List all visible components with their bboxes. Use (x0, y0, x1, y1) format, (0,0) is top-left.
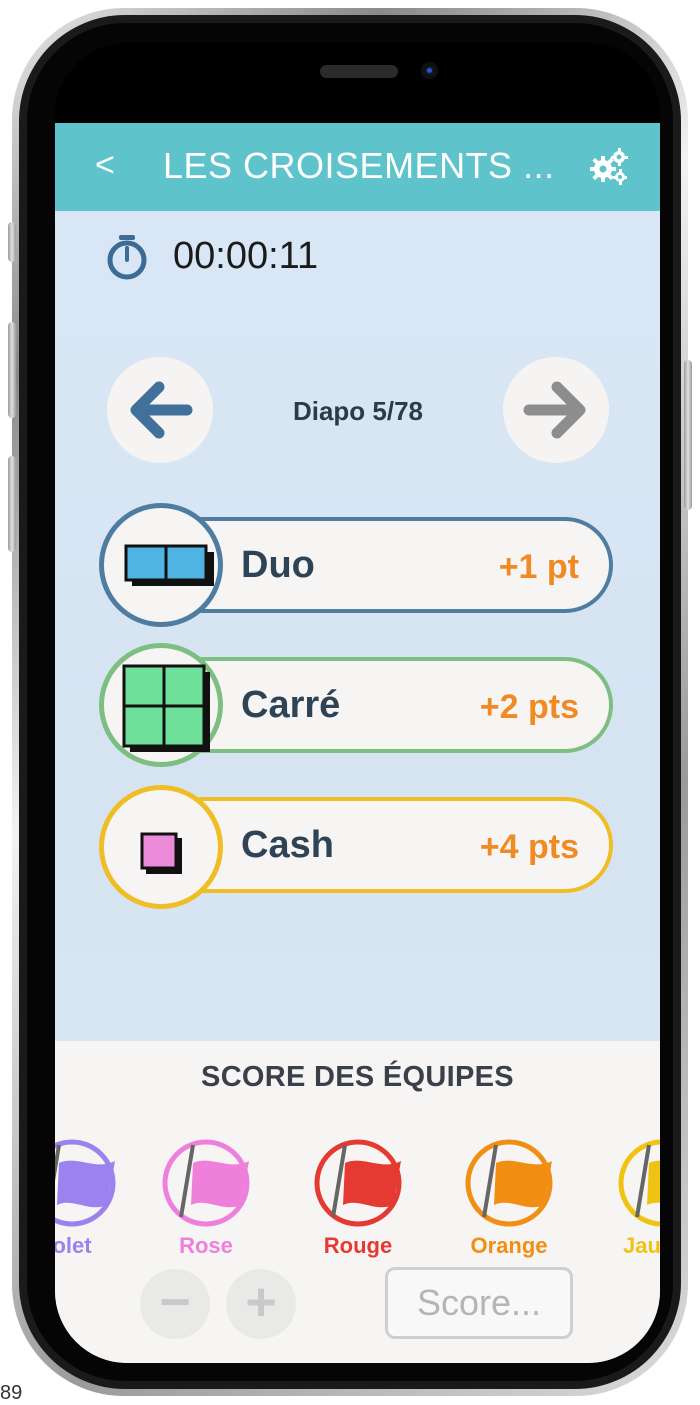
answer-points: +2 pts (479, 688, 579, 726)
slide-counter: Diapo 5/78 (292, 396, 424, 426)
team-score-title: SCORE DES ÉQUIPES (201, 1061, 514, 1093)
app-view: < LES CROISEMENTS ... 00:00:11 Diapo 5/7… (55, 123, 660, 1363)
front-camera (421, 62, 438, 79)
team-name: Rouge (323, 1233, 393, 1258)
cash-icon (99, 785, 223, 909)
volume-down-button (8, 456, 16, 552)
duo-icon (99, 503, 223, 627)
flag-icon (465, 1139, 553, 1227)
team-name: Jau (623, 1233, 660, 1258)
team-name: Rose (179, 1233, 233, 1258)
team-violet[interactable]: olet (55, 1131, 137, 1261)
flag-icon (162, 1139, 250, 1227)
gears-icon[interactable] (589, 147, 629, 187)
team-rouge[interactable]: Rouge (293, 1131, 423, 1261)
answer-name: Duo (241, 544, 315, 586)
team-jaune[interactable]: Jau (597, 1131, 660, 1261)
answer-points: +4 pts (479, 828, 579, 866)
team-name: Orange (470, 1233, 548, 1258)
stopwatch-icon (105, 233, 149, 281)
volume-up-button (8, 322, 16, 418)
team-score-panel: SCORE DES ÉQUIPES olet Rose Rouge Orange… (55, 1041, 660, 1363)
increment-score-button[interactable]: + (226, 1269, 296, 1339)
score-input[interactable] (385, 1267, 573, 1339)
back-button[interactable]: < (95, 143, 125, 187)
timer-value: 00:00:11 (173, 235, 319, 277)
previous-slide-button[interactable] (107, 357, 213, 463)
flag-icon (618, 1139, 660, 1227)
team-orange[interactable]: Orange (444, 1131, 574, 1261)
page-number: 89 (0, 1382, 23, 1404)
flag-icon (55, 1139, 116, 1227)
header-bar: < LES CROISEMENTS ... (55, 123, 660, 211)
answer-cash-button[interactable]: Cash +4 pts (155, 797, 613, 893)
page-title: LES CROISEMENTS ... (163, 145, 555, 186)
arrow-left-icon (130, 381, 193, 439)
answer-name: Cash (241, 824, 334, 866)
decrement-score-button[interactable]: − (140, 1269, 210, 1339)
speaker-grille (320, 65, 398, 78)
phone-screen: < LES CROISEMENTS ... 00:00:11 Diapo 5/7… (55, 43, 660, 1363)
mute-switch (8, 222, 16, 262)
team-name: olet (55, 1233, 92, 1258)
next-slide-button[interactable] (503, 357, 609, 463)
power-button (684, 360, 692, 510)
answer-duo-button[interactable]: Duo +1 pt (155, 517, 613, 613)
arrow-right-icon (523, 381, 586, 439)
answer-points: +1 pt (498, 548, 579, 586)
answer-carre-button[interactable]: Carré +2 pts (155, 657, 613, 753)
answer-name: Carré (241, 684, 341, 726)
square-grid-icon (99, 643, 223, 767)
team-rose[interactable]: Rose (141, 1131, 271, 1261)
flag-icon (314, 1139, 402, 1227)
